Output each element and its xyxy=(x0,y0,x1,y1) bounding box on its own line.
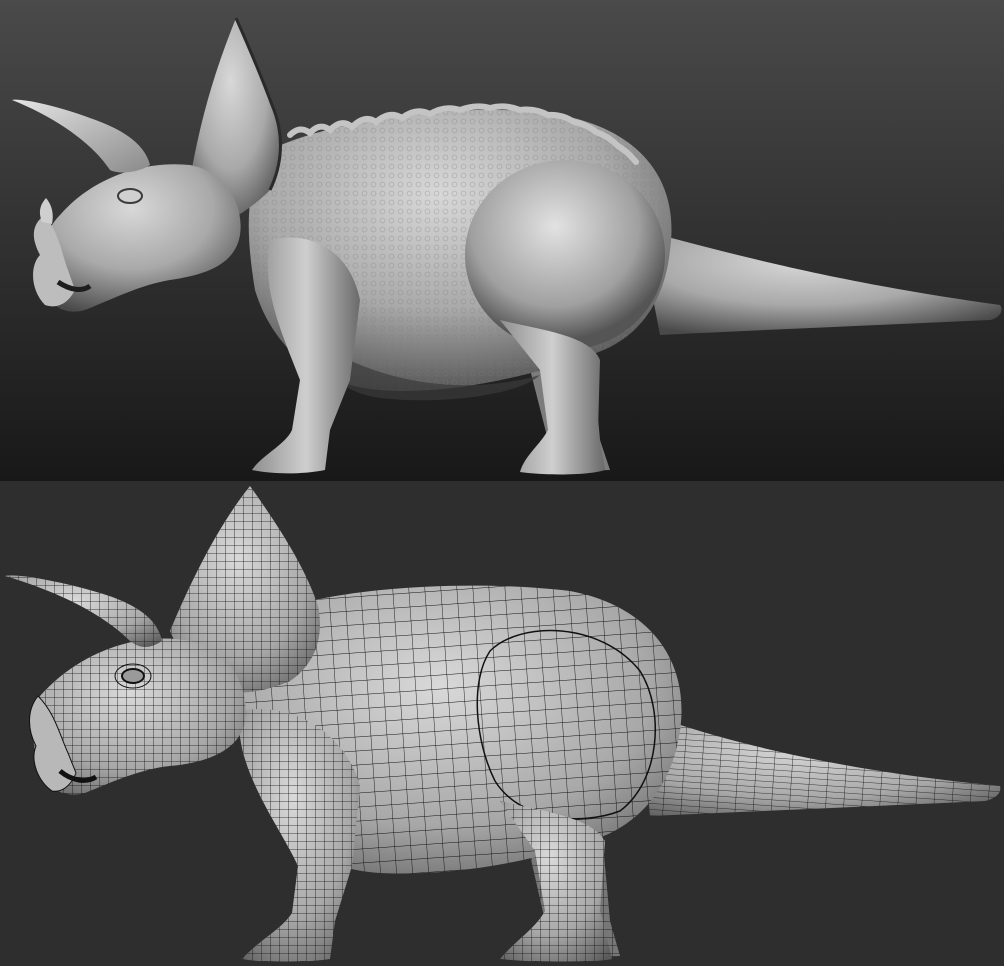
sculpt-eye xyxy=(117,188,143,204)
sculpt-render-panel xyxy=(0,0,1004,481)
wire-eye xyxy=(121,668,145,684)
wireframe-render-panel xyxy=(0,481,1004,966)
sculpt-thigh xyxy=(465,160,665,350)
sculpt-render-svg xyxy=(0,0,1004,481)
wireframe-render-svg xyxy=(0,481,1004,966)
